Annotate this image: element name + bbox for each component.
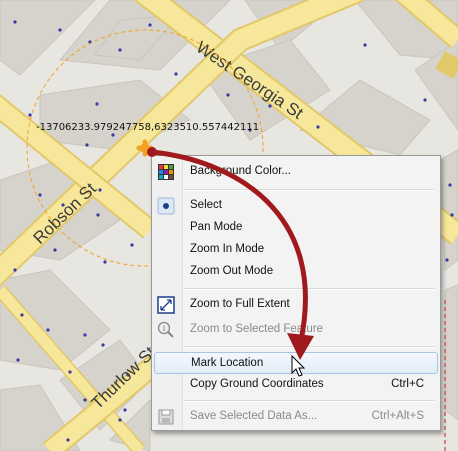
menu-item-label: Zoom In Mode <box>190 243 265 255</box>
menu-item-label: Pan Mode <box>190 221 243 233</box>
menu-item-zoom-full-extent[interactable]: Zoom to Full Extent <box>154 294 438 316</box>
menu-item-label: Select <box>190 199 222 211</box>
zoom-info-icon: i <box>157 321 174 338</box>
radio-selected-icon <box>157 197 175 215</box>
menu-item-background-color[interactable]: Background Color... <box>154 161 438 183</box>
menu-item-label: Zoom to Full Extent <box>190 298 290 310</box>
context-menu: Background Color... Select Pan Mode Zoom… <box>151 155 441 431</box>
menu-separator <box>184 288 434 290</box>
menu-item-select[interactable]: Select <box>154 195 438 217</box>
svg-text:i: i <box>163 324 166 333</box>
menu-separator <box>184 189 434 191</box>
menu-item-label: Background Color... <box>190 165 292 177</box>
menu-item-copy-ground-coordinates[interactable]: Copy Ground Coordinates Ctrl+C <box>154 374 438 396</box>
menu-item-zoom-out-mode[interactable]: Zoom Out Mode <box>154 261 438 283</box>
menu-item-label: Zoom Out Mode <box>190 265 274 277</box>
menu-item-pan-mode[interactable]: Pan Mode <box>154 217 438 239</box>
menu-item-zoom-in-mode[interactable]: Zoom In Mode <box>154 239 438 261</box>
menu-item-label: Zoom to Selected Feature <box>190 323 323 335</box>
menu-item-label: Mark Location <box>191 357 264 369</box>
menu-item-label: Save Selected Data As... <box>190 410 318 422</box>
menu-separator <box>184 400 434 402</box>
coordinate-readout: -13706233.979247758,6323510.557442111 <box>36 122 260 133</box>
menu-item-save-selected-data[interactable]: Save Selected Data As... Ctrl+Alt+S <box>154 406 438 428</box>
menu-item-label: Copy Ground Coordinates <box>190 378 324 390</box>
color-grid-icon <box>158 164 174 180</box>
menu-item-zoom-selected-feature[interactable]: i Zoom to Selected Feature <box>154 319 438 341</box>
menu-item-shortcut: Ctrl+Alt+S <box>371 410 424 422</box>
menu-separator <box>184 346 434 348</box>
save-icon <box>158 409 174 425</box>
menu-item-shortcut: Ctrl+C <box>391 378 424 390</box>
full-extent-icon <box>157 296 175 314</box>
menu-item-mark-location[interactable]: Mark Location <box>154 352 438 374</box>
